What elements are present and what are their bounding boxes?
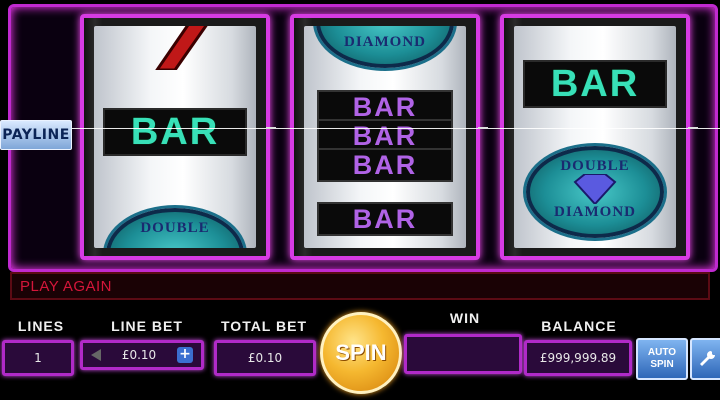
seven-symbol (155, 26, 208, 70)
total-bet-label: TOTAL BET (221, 318, 307, 334)
diamond-word-bottom: DIAMOND (554, 204, 636, 220)
spin-button[interactable]: SPIN (320, 312, 402, 394)
message-bar: PLAY AGAIN (10, 272, 710, 300)
autospin-button[interactable]: AUTO SPIN (636, 338, 688, 380)
total-bet-value: £0.10 (247, 351, 283, 365)
reel-1: BAR DOUBLE (80, 14, 270, 260)
balance-label: BALANCE (541, 318, 617, 334)
triple-bar-3: BAR (317, 148, 453, 182)
wrench-icon (700, 351, 715, 366)
reel-3: BAR DOUBLE DIAMOND (500, 14, 690, 260)
reel-1-strip: BAR DOUBLE (94, 26, 256, 248)
balance-value: £999,999.89 (539, 351, 617, 365)
lines-label: LINES (17, 318, 65, 334)
slot-machine: BAR DOUBLE DIAMOND BAR BAR BAR BAR BAR D… (0, 0, 720, 400)
plus-icon[interactable]: + (176, 347, 193, 363)
diamond-word-bottom: DIAMOND (344, 34, 426, 50)
bar-symbol: BAR (103, 108, 247, 156)
win-field (404, 334, 522, 374)
lines-field[interactable]: 1 (2, 340, 74, 376)
line-bet-label: LINE BET (111, 318, 183, 334)
bar-symbol-text: BAR (550, 62, 640, 105)
payline-marker (478, 127, 488, 129)
diamond-word-top: DOUBLE (560, 158, 630, 174)
win-label: WIN (449, 310, 481, 326)
autospin-line1: AUTO (647, 347, 677, 358)
reel-2: DIAMOND BAR BAR BAR BAR (290, 14, 480, 260)
payline (0, 128, 720, 129)
bar-symbol-text: BAR (130, 110, 220, 153)
bar-symbol-text: BAR (352, 203, 418, 234)
double-diamond-symbol: DOUBLE DIAMOND (526, 146, 664, 238)
total-bet-field: £0.10 (214, 340, 316, 376)
bar-symbol: BAR (523, 60, 667, 108)
diamond-icon (573, 174, 617, 204)
payline-marker (688, 127, 698, 129)
double-diamond-symbol: DIAMOND (316, 26, 454, 68)
bar-symbol: BAR (317, 202, 453, 236)
bar-symbol-text: BAR (352, 91, 418, 122)
line-bet-value: £0.10 (121, 348, 157, 362)
line-bet-field: £0.10 + (80, 340, 204, 370)
payline-label: PAYLINE (0, 120, 72, 150)
diamond-word-top: DOUBLE (140, 220, 210, 236)
bar-symbol-text: BAR (352, 120, 418, 151)
balance-field: £999,999.89 (524, 340, 632, 376)
lines-value: 1 (34, 351, 42, 365)
payline-marker (266, 127, 276, 129)
reel-2-strip: DIAMOND BAR BAR BAR BAR (304, 26, 466, 248)
spin-label: SPIN (335, 340, 387, 365)
double-diamond-symbol: DOUBLE (106, 208, 244, 248)
settings-button[interactable] (690, 338, 720, 380)
message-text: PLAY AGAIN (20, 277, 112, 295)
bar-symbol-text: BAR (352, 149, 418, 180)
arrow-left-icon[interactable] (91, 349, 101, 361)
autospin-line2: SPIN (650, 359, 674, 370)
reel-3-strip: BAR DOUBLE DIAMOND (514, 26, 676, 248)
